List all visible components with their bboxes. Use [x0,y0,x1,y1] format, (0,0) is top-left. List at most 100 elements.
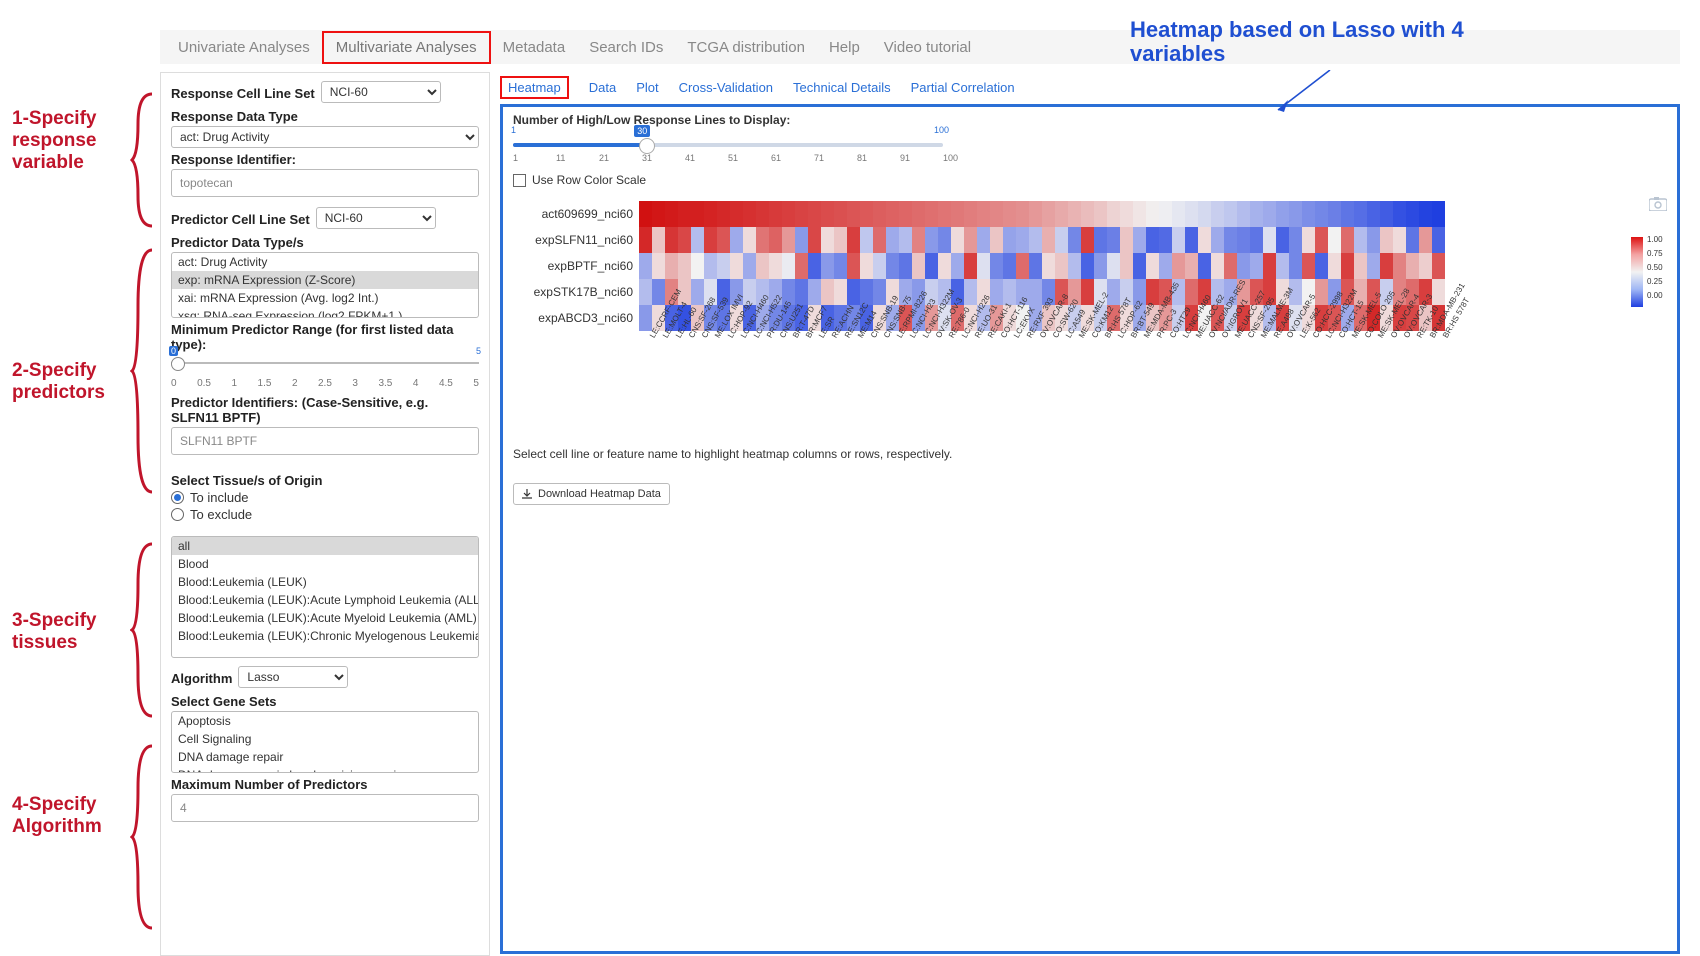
heatmap-cell[interactable] [1367,227,1380,253]
heatmap-cell[interactable] [1094,253,1107,279]
predictor-cell-line-select[interactable]: NCI-60 [316,207,436,229]
heatmap-cell[interactable] [1120,201,1133,227]
list-item[interactable]: act: Drug Activity [172,253,478,271]
subnav-cross-validation[interactable]: Cross-Validation [679,80,773,95]
subnav-partial-correlation[interactable]: Partial Correlation [911,80,1015,95]
heatmap-cell[interactable] [639,253,652,279]
nav-item-metadata[interactable]: Metadata [491,33,578,62]
heatmap-cell[interactable] [1250,253,1263,279]
heatmap-cell[interactable] [1081,227,1094,253]
heatmap-cell[interactable] [847,279,860,305]
heatmap-cell[interactable] [886,201,899,227]
heatmap-cell[interactable] [1159,253,1172,279]
heatmap-cell[interactable] [795,201,808,227]
heatmap-cell[interactable] [1289,227,1302,253]
heatmap-cell[interactable] [1224,227,1237,253]
heatmap-cell[interactable] [1185,227,1198,253]
heatmap-cell[interactable] [1055,227,1068,253]
subnav-plot[interactable]: Plot [636,80,658,95]
list-item[interactable]: DNA damage repair, break excision repair [172,766,478,773]
algorithm-select[interactable]: Lasso [238,666,348,688]
heatmap-cell[interactable] [1172,227,1185,253]
heatmap-cell[interactable] [652,201,665,227]
heatmap-cell[interactable] [1159,227,1172,253]
heatmap-cell[interactable] [886,253,899,279]
subnav-data[interactable]: Data [589,80,616,95]
heatmap-cell[interactable] [678,253,691,279]
heatmap-cell[interactable] [834,279,847,305]
heatmap-cell[interactable] [1016,227,1029,253]
list-item[interactable]: Blood:Leukemia (LEUK):Chronic Myelogenou… [172,627,478,645]
heatmap-cell[interactable] [704,227,717,253]
heatmap-cell[interactable] [1406,201,1419,227]
heatmap-cell[interactable] [1029,201,1042,227]
heatmap-cell[interactable] [639,227,652,253]
heatmap-cell[interactable] [1289,201,1302,227]
heatmap-cell[interactable] [1224,201,1237,227]
heatmap-cell[interactable] [834,253,847,279]
heatmap-cell[interactable] [1185,253,1198,279]
heatmap-cell[interactable] [925,201,938,227]
heatmap-cell[interactable] [691,279,704,305]
heatmap-cell[interactable] [1419,253,1432,279]
response-data-type-select[interactable]: act: Drug Activity [171,126,479,148]
heatmap-cell[interactable] [1263,201,1276,227]
list-item[interactable]: xsq: RNA-seq Expression (log2 FPKM+1.) [172,307,478,318]
heatmap-cell[interactable] [1172,253,1185,279]
heatmap-cell[interactable] [860,253,873,279]
heatmap-cell[interactable] [1328,201,1341,227]
heatmap-cell[interactable] [1419,227,1432,253]
heatmap-cell[interactable] [730,227,743,253]
heatmap-cell[interactable] [886,227,899,253]
heatmap-cell[interactable] [1094,201,1107,227]
heatmap-cell[interactable] [730,201,743,227]
tissue-list[interactable]: allBloodBlood:Leukemia (LEUK)Blood:Leuke… [171,536,479,658]
heatmap-cell[interactable] [1289,253,1302,279]
heatmap-cell[interactable] [938,227,951,253]
heatmap-cell[interactable] [1276,253,1289,279]
heatmap-cell[interactable] [938,253,951,279]
heatmap-cell[interactable] [977,201,990,227]
heatmap-cell[interactable] [925,253,938,279]
heatmap-cell[interactable] [1120,227,1133,253]
heatmap-cell[interactable] [1094,227,1107,253]
heatmap-cell[interactable] [1211,227,1224,253]
heatmap-cell[interactable] [704,201,717,227]
heatmap-cell[interactable] [756,253,769,279]
list-item[interactable]: Blood [172,555,478,573]
heatmap-cell[interactable] [1120,253,1133,279]
heatmap-cell[interactable] [1380,227,1393,253]
heatmap-cell[interactable] [1081,201,1094,227]
heatmap-cell[interactable] [1237,201,1250,227]
heatmap-cell[interactable] [691,227,704,253]
response-cell-line-select[interactable]: NCI-60 [321,81,441,103]
nav-item-tcga-distribution[interactable]: TCGA distribution [675,33,817,62]
heatmap-cell[interactable] [1107,253,1120,279]
min-pred-range-slider[interactable]: 0 5 [171,354,479,380]
heatmap-cell[interactable] [977,227,990,253]
heatmap-cell[interactable] [1198,201,1211,227]
heatmap-cell[interactable] [1315,227,1328,253]
heatmap-cell[interactable] [782,253,795,279]
heatmap-cell[interactable] [1432,201,1445,227]
heatmap-row-label[interactable]: act609699_nci60 [513,207,639,221]
row-color-checkbox[interactable] [513,174,526,187]
heatmap-cell[interactable] [717,227,730,253]
heatmap-cell[interactable] [1341,253,1354,279]
heatmap-cell[interactable] [899,227,912,253]
heatmap-cell[interactable] [964,279,977,305]
heatmap-cell[interactable] [899,201,912,227]
heatmap-cell[interactable] [964,253,977,279]
heatmap-cell[interactable] [1198,253,1211,279]
heatmap-row-label[interactable]: expBPTF_nci60 [513,259,639,273]
nav-item-univariate-analyses[interactable]: Univariate Analyses [166,33,322,62]
nav-item-search-ids[interactable]: Search IDs [577,33,675,62]
predictor-data-types-list[interactable]: act: Drug Activityexp: mRNA Expression (… [171,252,479,318]
heatmap-cell[interactable] [665,201,678,227]
heatmap-cell[interactable] [1315,253,1328,279]
list-item[interactable]: Blood:Leukemia (LEUK) [172,573,478,591]
heatmap-cell[interactable] [1042,227,1055,253]
heatmap-cell[interactable] [912,253,925,279]
heatmap-cell[interactable] [1133,253,1146,279]
list-item[interactable]: xai: mRNA Expression (Avg. log2 Int.) [172,289,478,307]
